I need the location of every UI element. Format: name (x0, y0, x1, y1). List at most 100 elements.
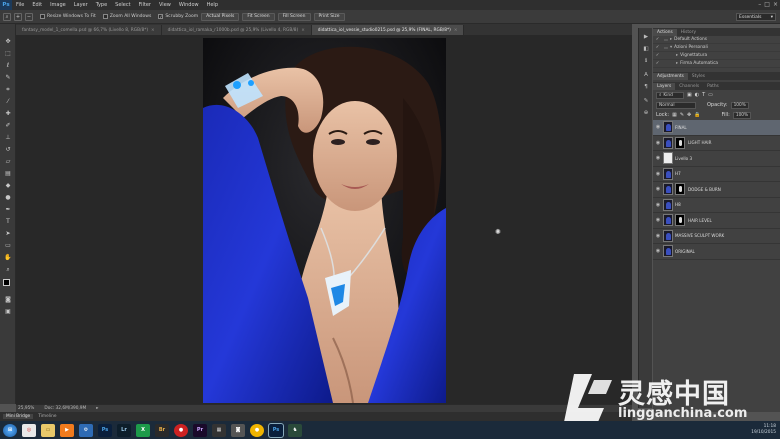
menu-view[interactable]: View (155, 2, 175, 8)
menu-help[interactable]: Help (203, 2, 222, 8)
crop-tool-icon[interactable]: ⌗ (3, 86, 13, 94)
eye-icon[interactable]: ◉ (653, 248, 663, 254)
camera-icon[interactable]: ◙ (231, 423, 245, 437)
fill-screen-button[interactable]: Fill Screen (277, 12, 311, 21)
healing-tool-icon[interactable]: ✚ (3, 110, 13, 118)
check-icon[interactable]: ✓ (653, 53, 662, 58)
clone-stamp-tool-icon[interactable]: ⊥ (3, 134, 13, 142)
opacity-field[interactable]: 100% (730, 101, 749, 109)
quick-select-tool-icon[interactable]: ✎ (3, 74, 13, 82)
start-button-icon[interactable]: ⊞ (3, 423, 17, 437)
lasso-tool-icon[interactable]: ℓ (3, 62, 13, 70)
action-row[interactable]: ✓ ▸ Firma Automatica (653, 60, 780, 68)
tab-paths[interactable]: Paths (703, 83, 723, 90)
layer-row-hair-level[interactable]: ◉ HAIR LEVEL (653, 213, 780, 229)
menu-layer[interactable]: Layer (70, 2, 92, 8)
zoom-all-windows-checkbox[interactable]: Zoom All Windows (102, 14, 151, 19)
dodge-tool-icon[interactable]: ● (3, 194, 13, 202)
adjustment-filter-icon[interactable]: ◐ (695, 92, 699, 98)
menu-image[interactable]: Image (46, 2, 70, 8)
eye-icon[interactable]: ◉ (653, 140, 663, 146)
menu-window[interactable]: Window (175, 2, 203, 8)
lock-position-icon[interactable]: ✥ (687, 112, 691, 118)
layer-row-livello-3[interactable]: ◉ Livello 3 (653, 151, 780, 167)
photoshop-taskbar-icon[interactable]: Ps (98, 423, 112, 437)
blur-tool-icon[interactable]: ◆ (3, 182, 13, 190)
eye-icon[interactable]: ◉ (653, 171, 663, 177)
circle-app-icon[interactable]: ● (250, 423, 264, 437)
clone-source-icon[interactable]: ⊕ (642, 110, 650, 117)
action-set-row[interactable]: ✓ ▭ ▸ Default Actions (653, 36, 780, 44)
tab-document-1[interactable]: fantasy_model_1_comella.psd @ 66,7% (Liv… (16, 25, 162, 35)
layer-mask-thumbnail[interactable] (675, 183, 685, 196)
eye-icon[interactable]: ◉ (653, 124, 663, 130)
system-tray-clock[interactable]: 11:18 19/10/2015 (751, 424, 776, 436)
info-icon[interactable]: ℹ (642, 58, 650, 65)
zoom-in-icon[interactable]: + (14, 12, 22, 21)
close-tab-icon[interactable]: × (301, 28, 305, 33)
chevron-right-icon[interactable]: ▸ (96, 406, 98, 411)
tab-layers[interactable]: Layers (653, 83, 676, 90)
chrome-icon[interactable]: ◎ (22, 423, 36, 437)
layer-row-h8[interactable]: ◉ H8 (653, 198, 780, 213)
tab-styles[interactable]: Styles (688, 73, 709, 80)
disclosure-icon[interactable]: ▸ (676, 53, 678, 58)
paragraph-icon[interactable]: ¶ (642, 84, 650, 91)
maximize-icon[interactable]: □ (764, 1, 770, 8)
eye-icon[interactable]: ◉ (653, 233, 663, 239)
eraser-tool-icon[interactable]: ▱ (3, 158, 13, 166)
layer-mask-thumbnail[interactable] (675, 136, 685, 149)
lock-transparent-icon[interactable]: ▦ (672, 112, 677, 118)
layer-row-light-hair[interactable]: ◉ LIGHT HAIR (653, 136, 780, 151)
disclosure-icon[interactable]: ▾ (670, 45, 672, 50)
pixel-filter-icon[interactable]: ▣ (687, 92, 692, 98)
file-explorer-icon[interactable]: ▭ (41, 423, 55, 437)
tab-document-2[interactable]: didattica_iol_ramaka_r1000b.psd @ 25,9% … (161, 25, 312, 35)
tab-adjustments[interactable]: Adjustments (653, 73, 688, 80)
eye-icon[interactable]: ◉ (653, 202, 663, 208)
toggle-dialog-icon[interactable]: ▭ (662, 45, 670, 50)
zoom-out-icon[interactable]: − (25, 12, 33, 21)
menu-edit[interactable]: Edit (28, 2, 46, 8)
tab-timeline[interactable]: Timeline (35, 414, 59, 419)
media-player-icon[interactable]: ▶ (60, 423, 74, 437)
properties-icon[interactable]: ◧ (642, 46, 650, 53)
quick-mask-icon[interactable]: ◙ (3, 296, 13, 304)
game-icon[interactable]: ♞ (288, 423, 302, 437)
minimize-icon[interactable]: – (758, 1, 761, 8)
scrubby-zoom-checkbox[interactable]: ✓ Scrubby Zoom (158, 14, 198, 19)
film-icon[interactable]: ▦ (212, 423, 226, 437)
eyedropper-tool-icon[interactable]: ⁄ (3, 98, 13, 106)
lock-all-icon[interactable]: 🔒 (694, 112, 700, 118)
blend-mode-select[interactable]: Normal (656, 101, 696, 109)
zoom-tool-side-icon[interactable]: ⌕ (3, 266, 13, 274)
pen-tool-icon[interactable]: ✒ (3, 206, 13, 214)
settings-icon[interactable]: ⚙ (79, 423, 93, 437)
layer-row-dodge-burn[interactable]: ◉ DODGE & BURN (653, 182, 780, 198)
tab-history[interactable]: History (677, 29, 700, 36)
action-row[interactable]: ✓ ▸ Vignettatura (653, 52, 780, 60)
record-icon[interactable]: ● (174, 423, 188, 437)
check-icon[interactable]: ✓ (653, 45, 662, 50)
close-tab-icon[interactable]: × (151, 28, 155, 33)
tab-mini-bridge[interactable]: Mini Bridge (3, 414, 34, 419)
brush-presets-icon[interactable]: ✎ (642, 98, 650, 105)
menu-select[interactable]: Select (111, 2, 134, 8)
layer-row-original[interactable]: ◉ ORIGINAL (653, 244, 780, 260)
path-selection-tool-icon[interactable]: ➤ (3, 230, 13, 238)
history-icon[interactable]: ▶ (642, 34, 650, 41)
check-icon[interactable]: ✓ (653, 37, 662, 42)
portrait-image[interactable] (203, 38, 446, 403)
layer-row-h7[interactable]: ◉ H7 (653, 167, 780, 182)
disclosure-icon[interactable]: ▸ (676, 61, 678, 66)
photoshop-active-taskbar-icon[interactable]: Ps (268, 422, 284, 438)
tab-actions[interactable]: Actions (653, 29, 677, 36)
workspace-switcher[interactable]: Essentials ▾ (736, 13, 776, 21)
history-brush-tool-icon[interactable]: ↺ (3, 146, 13, 154)
disclosure-icon[interactable]: ▸ (670, 37, 672, 42)
check-icon[interactable]: ✓ (653, 61, 662, 66)
type-tool-icon[interactable]: T (3, 218, 13, 226)
layer-kind-select[interactable]: ⌕ Kind (656, 91, 684, 99)
print-size-button[interactable]: Print Size (313, 12, 345, 21)
zoom-level[interactable]: 25,95% (18, 406, 34, 411)
